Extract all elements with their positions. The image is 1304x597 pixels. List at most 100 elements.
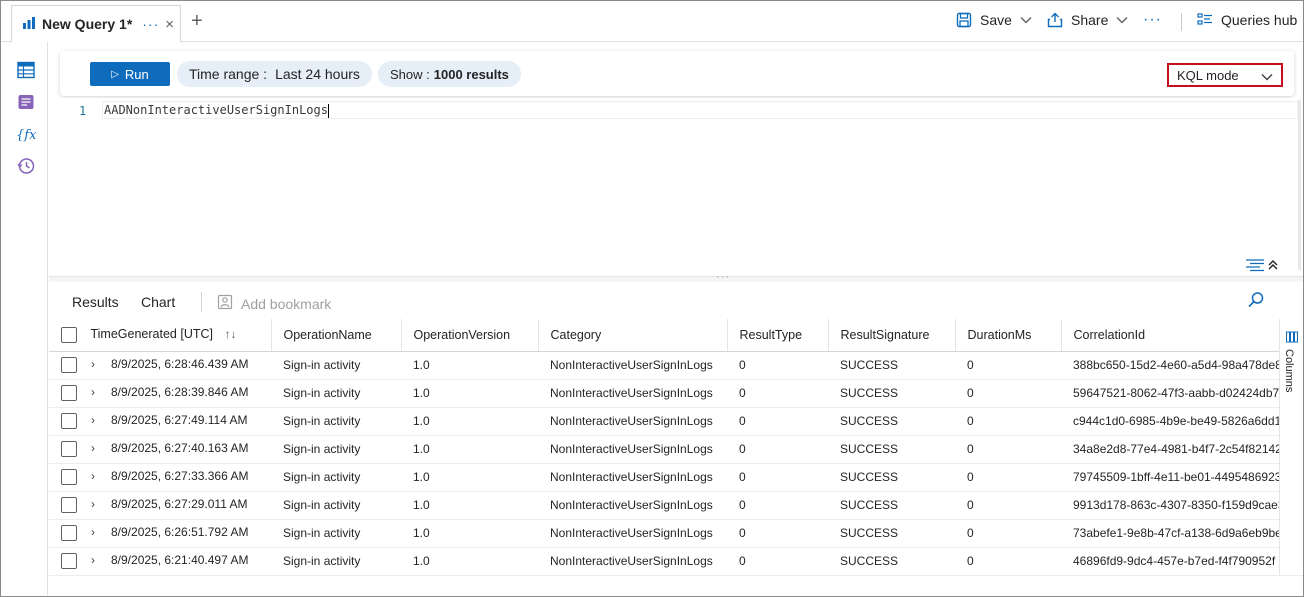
- table-row[interactable]: › 8/9/2025, 6:26:51.792 AM Sign-in activit…: [49, 519, 1279, 548]
- chevron-down-icon: [1020, 16, 1032, 24]
- cell-operationversion: 1.0: [401, 351, 538, 380]
- chevron-down-icon: [1116, 16, 1128, 24]
- column-header-category[interactable]: Category: [538, 319, 728, 352]
- row-checkbox[interactable]: [61, 497, 77, 513]
- queries-hub-button[interactable]: Queries hub: [1197, 12, 1297, 28]
- run-label: Run: [124, 66, 149, 82]
- column-header-operationversion[interactable]: OperationVersion: [401, 319, 539, 352]
- cell-timegenerated: › 8/9/2025, 6:27:33.366 AM: [49, 463, 271, 492]
- chevron-down-icon: [1261, 69, 1273, 84]
- query-toolbar: ▷ Run Time range : Last 24 hours Show : …: [60, 51, 1294, 96]
- show-label: Show :: [390, 66, 430, 82]
- tab-more-icon[interactable]: ···: [142, 16, 159, 32]
- save-icon: [956, 12, 972, 28]
- cell-category: NonInteractiveUserSignInLogs: [538, 547, 727, 575]
- save-button[interactable]: Save: [956, 12, 1032, 28]
- cell-resultsignature: SUCCESS: [828, 435, 955, 464]
- cell-operationname: Sign-in activity: [271, 351, 401, 380]
- row-checkbox[interactable]: [61, 525, 77, 541]
- close-icon[interactable]: ×: [165, 16, 174, 33]
- chevron-right-icon[interactable]: ›: [91, 441, 101, 455]
- cell-timegenerated: › 8/9/2025, 6:28:46.439 AM: [49, 351, 271, 380]
- run-button[interactable]: ▷ Run: [90, 62, 170, 86]
- table-row[interactable]: › 8/9/2025, 6:27:33.366 AM Sign-in activit…: [49, 463, 1279, 492]
- cell-durationms: 0: [955, 491, 1061, 520]
- column-header-durationms[interactable]: DurationMs: [955, 319, 1062, 352]
- row-checkbox[interactable]: [61, 413, 77, 429]
- tab-chart[interactable]: Chart: [141, 294, 175, 310]
- chevron-right-icon[interactable]: ›: [91, 497, 101, 511]
- cell-durationms: 0: [955, 519, 1061, 548]
- chevron-right-icon[interactable]: ›: [91, 357, 101, 371]
- tab-new-query[interactable]: New Query 1* ··· ×: [11, 5, 181, 42]
- row-checkbox[interactable]: [61, 441, 77, 457]
- show-value: 1000 results: [433, 66, 509, 82]
- table-row[interactable]: › 8/9/2025, 6:28:46.439 AM Sign-in activit…: [49, 351, 1279, 380]
- cell-resultsignature: SUCCESS: [828, 491, 955, 520]
- table-row[interactable]: › 8/9/2025, 6:27:40.163 AM Sign-in activit…: [49, 435, 1279, 464]
- table-row[interactable]: › 8/9/2025, 6:27:49.114 AM Sign-in activit…: [49, 407, 1279, 436]
- chevron-right-icon[interactable]: ›: [91, 553, 101, 567]
- chevron-right-icon[interactable]: ›: [91, 413, 101, 427]
- history-icon[interactable]: [16, 156, 36, 176]
- results-tab-bar: Results Chart Add bookmark: [49, 283, 1303, 321]
- column-header-resulttype[interactable]: ResultType: [727, 319, 829, 352]
- share-button[interactable]: Share: [1047, 12, 1128, 28]
- cell-resultsignature: SUCCESS: [828, 547, 955, 575]
- column-header-timegenerated[interactable]: TimeGenerated [UTC] ↑↓: [49, 319, 272, 352]
- tab-bar: New Query 1* ··· × + Save Share ··· Quer…: [1, 1, 1303, 42]
- cell-resultsignature: SUCCESS: [828, 407, 955, 436]
- cell-resultsignature: SUCCESS: [828, 519, 955, 548]
- horizontal-scrollbar[interactable]: [49, 575, 1303, 595]
- cell-resulttype: 0: [727, 379, 828, 408]
- column-header-operationname[interactable]: OperationName: [271, 319, 402, 352]
- cell-durationms: 0: [955, 379, 1061, 408]
- cell-correlationid: 59647521-8062-47f3-aabb-d02424db7: [1061, 379, 1279, 408]
- chevron-right-icon[interactable]: ›: [91, 469, 101, 483]
- chevron-right-icon[interactable]: ›: [91, 385, 101, 399]
- cell-category: NonInteractiveUserSignInLogs: [538, 351, 727, 380]
- query-editor[interactable]: 1 AADNonInteractiveUserSignInLogs: [49, 98, 1303, 276]
- editor-scrollbar[interactable]: [1298, 100, 1301, 270]
- row-checkbox[interactable]: [61, 357, 77, 373]
- tab-results[interactable]: Results: [70, 294, 121, 321]
- tables-icon[interactable]: [16, 60, 36, 80]
- cell-correlationid: 73abefe1-9e8b-47cf-a138-6d9a6eb9be: [1061, 519, 1279, 548]
- show-results-picker[interactable]: Show : 1000 results: [378, 61, 521, 87]
- add-tab-icon[interactable]: +: [191, 11, 203, 31]
- table-row[interactable]: › 8/9/2025, 6:28:39.846 AM Sign-in activit…: [49, 379, 1279, 408]
- columns-icon: [1286, 331, 1298, 346]
- time-range-picker[interactable]: Time range : Last 24 hours: [177, 61, 372, 87]
- cell-resultsignature: SUCCESS: [828, 351, 955, 380]
- cell-timegenerated: › 8/9/2025, 6:27:49.114 AM: [49, 407, 271, 436]
- table-row[interactable]: › 8/9/2025, 6:27:29.011 AM Sign-in activit…: [49, 491, 1279, 520]
- row-checkbox[interactable]: [61, 385, 77, 401]
- queries-icon[interactable]: [16, 92, 36, 112]
- cell-operationversion: 1.0: [401, 435, 538, 464]
- column-header-correlationid[interactable]: CorrelationId: [1061, 319, 1279, 352]
- time-range-label: Time range :: [189, 66, 268, 82]
- search-icon[interactable]: [1247, 291, 1265, 312]
- more-options-icon[interactable]: ···: [1143, 11, 1162, 29]
- row-checkbox[interactable]: [61, 469, 77, 485]
- pane-splitter[interactable]: ···: [49, 271, 1303, 283]
- columns-panel-toggle[interactable]: Columns: [1279, 319, 1303, 575]
- functions-icon[interactable]: {fx}: [16, 124, 36, 144]
- save-label: Save: [980, 12, 1012, 28]
- row-checkbox[interactable]: [61, 553, 77, 569]
- cell-durationms: 0: [955, 351, 1061, 380]
- kql-mode-dropdown[interactable]: KQL mode: [1167, 63, 1283, 87]
- cell-operationname: Sign-in activity: [271, 463, 401, 492]
- add-bookmark-button[interactable]: Add bookmark: [217, 294, 331, 313]
- code-line[interactable]: AADNonInteractiveUserSignInLogs: [102, 101, 1298, 119]
- drag-handle-icon[interactable]: ···: [716, 271, 730, 283]
- sort-icon[interactable]: ↑↓: [224, 327, 236, 341]
- select-all-checkbox[interactable]: [61, 326, 77, 343]
- cell-operationversion: 1.0: [401, 379, 538, 408]
- cell-correlationid: c944c1d0-6985-4b9e-be49-5826a6dd1: [1061, 407, 1279, 436]
- format-icon: [1245, 258, 1265, 275]
- chevron-right-icon[interactable]: ›: [91, 525, 101, 539]
- editor-options[interactable]: [1245, 258, 1279, 275]
- column-header-resultsignature[interactable]: ResultSignature: [828, 319, 956, 352]
- table-row[interactable]: › 8/9/2025, 6:21:40.497 AM Sign-in activit…: [49, 547, 1279, 575]
